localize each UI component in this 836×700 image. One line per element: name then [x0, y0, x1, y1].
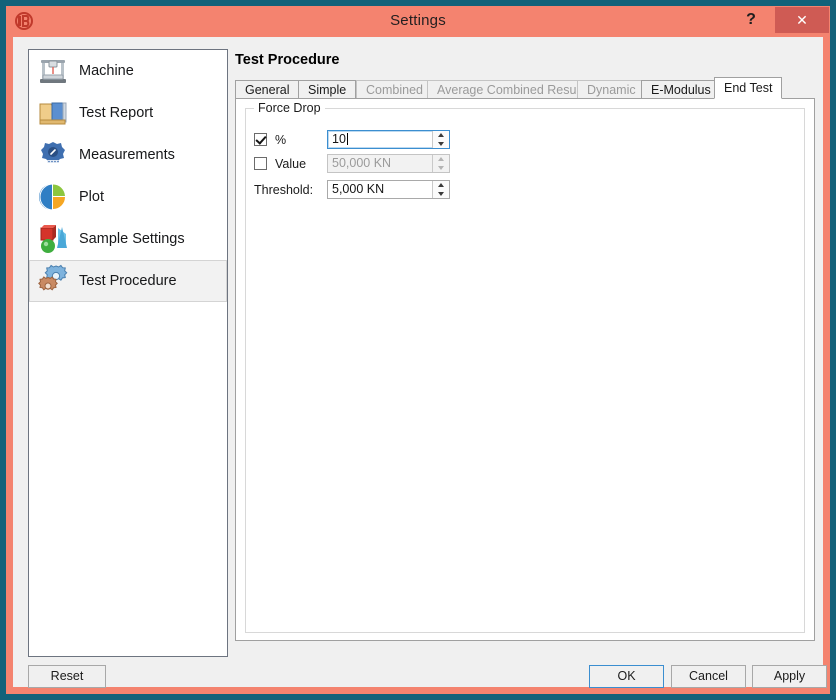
- tab-simple[interactable]: Simple: [298, 80, 357, 98]
- settings-category-list[interactable]: Machine Test Report Measurements Plot Sa…: [28, 49, 228, 657]
- report-icon: [36, 96, 70, 130]
- sidebar-item-label: Measurements: [79, 147, 175, 163]
- force-drop-legend: Force Drop: [254, 101, 325, 115]
- tab-combined[interactable]: Combined: [356, 80, 433, 98]
- threshold-label: Threshold:: [254, 182, 314, 197]
- apply-button[interactable]: Apply: [752, 665, 827, 688]
- tab-bar[interactable]: General Simple Combined Average Combined…: [235, 77, 815, 99]
- page-title: Test Procedure: [235, 52, 340, 68]
- percent-spinbox[interactable]: 10: [327, 130, 450, 149]
- window-title: Settings: [390, 12, 446, 29]
- sidebar-item-test-report[interactable]: Test Report: [29, 92, 227, 134]
- sidebar-item-label: Plot: [79, 189, 104, 205]
- settings-client-area: Machine Test Report Measurements Plot Sa…: [13, 37, 827, 688]
- value-checkbox-label: Value: [275, 156, 307, 171]
- value-input[interactable]: 50,000 KN: [328, 155, 432, 172]
- cancel-button[interactable]: Cancel: [671, 665, 746, 688]
- help-button[interactable]: ?: [736, 7, 766, 33]
- settings-content-pane: Test Procedure General Simple Combined A…: [235, 49, 815, 657]
- sidebar-item-label: Machine: [79, 63, 134, 79]
- percent-checkbox[interactable]: [254, 133, 267, 146]
- percent-spin-up-icon[interactable]: [433, 131, 449, 140]
- tab-e-modulus[interactable]: E-Modulus: [641, 80, 721, 98]
- value-spin-buttons[interactable]: [432, 155, 449, 172]
- value-spin-down-icon[interactable]: [433, 164, 449, 173]
- tab-dynamic[interactable]: Dynamic: [577, 80, 646, 98]
- sidebar-item-label: Test Procedure: [79, 273, 177, 289]
- tab-average-combined-results[interactable]: Average Combined Results: [427, 80, 599, 98]
- close-button[interactable]: ✕: [775, 7, 829, 33]
- sidebar-item-plot[interactable]: Plot: [29, 176, 227, 218]
- threshold-spin-buttons[interactable]: [432, 181, 449, 198]
- value-checkbox[interactable]: [254, 157, 267, 170]
- piechart-icon: [36, 180, 70, 214]
- sidebar-item-machine[interactable]: Machine: [29, 50, 227, 92]
- gears-icon: [36, 264, 70, 298]
- value-spin-up-icon[interactable]: [433, 155, 449, 164]
- threshold-input[interactable]: 5,000 KN: [328, 181, 432, 198]
- threshold-spinbox[interactable]: 5,000 KN: [327, 180, 450, 199]
- screen: Settings ? ✕ Machine Test Report Measure…: [0, 0, 836, 700]
- sidebar-item-sample-settings[interactable]: Sample Settings: [29, 218, 227, 260]
- force-drop-threshold-row: Threshold: 5,000 KN: [254, 179, 450, 200]
- settings-window: Settings ? ✕ Machine Test Report Measure…: [6, 6, 830, 694]
- window-titlebar: Settings ? ✕: [6, 6, 830, 35]
- measurements-icon: [36, 138, 70, 172]
- percent-input[interactable]: 10: [328, 131, 432, 148]
- value-spinbox[interactable]: 50,000 KN: [327, 154, 450, 173]
- threshold-spin-down-icon[interactable]: [433, 190, 449, 199]
- ok-button[interactable]: OK: [589, 665, 664, 688]
- force-drop-value-row: Value 50,000 KN: [254, 153, 450, 174]
- sidebar-item-measurements[interactable]: Measurements: [29, 134, 227, 176]
- force-drop-group: Force Drop % 10 Value 50,000 KN Threshol…: [245, 101, 805, 633]
- reset-button[interactable]: Reset: [28, 665, 106, 688]
- sidebar-item-label: Test Report: [79, 105, 154, 121]
- shapes-icon: [36, 222, 70, 256]
- sidebar-item-label: Sample Settings: [79, 231, 185, 247]
- force-drop-percent-row: % 10: [254, 129, 450, 150]
- text-caret: [346, 133, 348, 145]
- tab-end-test[interactable]: End Test: [714, 77, 783, 99]
- percent-spin-down-icon[interactable]: [433, 140, 449, 149]
- tab-general[interactable]: General: [235, 80, 300, 98]
- sidebar-item-test-procedure[interactable]: Test Procedure: [29, 260, 227, 302]
- percent-checkbox-label: %: [275, 132, 287, 147]
- percent-spin-buttons[interactable]: [432, 131, 449, 148]
- percent-input-value: 10: [332, 132, 346, 146]
- threshold-spin-up-icon[interactable]: [433, 181, 449, 190]
- machine-icon: [36, 54, 70, 88]
- tab-panel-end-test: Force Drop % 10 Value 50,000 KN Threshol…: [235, 98, 815, 641]
